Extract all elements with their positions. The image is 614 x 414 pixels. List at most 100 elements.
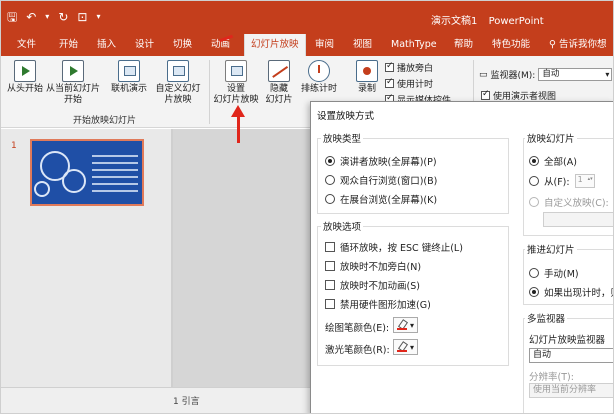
timing-label: 使用计时 (397, 80, 434, 90)
undo-dropdown-icon[interactable]: ▾ (45, 10, 49, 24)
save-icon[interactable]: 🖫 (7, 10, 17, 24)
disable-hw-accel-checkbox[interactable]: 禁用硬件图形加速(G) (325, 297, 431, 311)
custom-show-icon (167, 60, 189, 82)
monitor-label: 监视器(M): (490, 71, 536, 81)
slide-thumbnail[interactable] (30, 139, 144, 206)
rehearse-timings-button[interactable]: 排练计时 (299, 60, 339, 95)
radio-use-timings[interactable]: 如果出现计时，则 (529, 285, 614, 299)
monitor-dropdown[interactable]: 自动 (538, 68, 613, 81)
all-slides-label: 全部(A) (544, 157, 577, 168)
radio-icon (325, 175, 335, 185)
from-beginning-button[interactable]: 从头开始 (7, 60, 43, 95)
present-online-label: 联机演示 (110, 84, 147, 94)
radio-selected-icon (529, 156, 539, 166)
group-label-start-show: 开始放映幻灯片 (73, 116, 137, 126)
custom-show-label: 自定义幻灯片放映 (155, 84, 201, 105)
group-separator (209, 60, 210, 124)
redo-icon[interactable]: ↻ (58, 10, 68, 24)
no-animation-checkbox[interactable]: 放映时不加动画(S) (325, 278, 420, 292)
radio-kiosk[interactable]: 在展台浏览(全屏幕)(K) (325, 192, 437, 206)
laser-color-button[interactable]: ▾ (393, 339, 419, 355)
tab-design[interactable]: 设计 (135, 34, 154, 56)
loop-checkbox[interactable]: 循环放映，按 ESC 键终止(L) (325, 240, 463, 254)
tab-view[interactable]: 视图 (353, 34, 372, 56)
from-current-button[interactable]: 从当前幻灯片开始 (45, 60, 101, 106)
no-animation-label: 放映时不加动画(S) (340, 281, 420, 292)
checkbox-icon (481, 89, 490, 100)
hide-slide-button[interactable]: 隐藏 幻灯片 (263, 60, 295, 106)
resolution-dropdown[interactable]: 使用当前分辨率 (529, 383, 613, 398)
loop-label: 循环放映，按 ESC 键终止(L) (340, 243, 463, 254)
record-icon (356, 60, 378, 82)
from-beginning-icon[interactable]: ⊡ (77, 10, 87, 24)
show-type-legend: 放映类型 (321, 131, 364, 145)
hide-slide-icon (268, 60, 290, 82)
tab-home[interactable]: 开始 (59, 34, 78, 56)
setup-show-dialog: 设置放映方式 放映类型 演讲者放映(全屏幕)(P) 观众自行浏览(窗口)(B) … (310, 101, 614, 413)
radio-presenter[interactable]: 演讲者放映(全屏幕)(P) (325, 154, 437, 168)
radio-custom-show[interactable]: 自定义放映(C): (529, 195, 609, 209)
no-narration-checkbox[interactable]: 放映时不加旁白(N) (325, 259, 421, 273)
radio-browsed-individual[interactable]: 观众自行浏览(窗口)(B) (325, 173, 437, 187)
multi-monitor-legend: 多监视器 (525, 311, 568, 325)
slide-show-monitor-dropdown[interactable]: 自动 (529, 348, 613, 363)
tab-transitions[interactable]: 切换 (173, 34, 192, 56)
present-online-button[interactable]: 联机演示 (107, 60, 151, 95)
annotation-arrow-stem (237, 113, 240, 143)
radio-selected-icon (529, 287, 539, 297)
manual-label: 手动(M) (544, 269, 579, 280)
custom-show-dropdown[interactable] (543, 212, 613, 227)
radio-manual[interactable]: 手动(M) (529, 266, 579, 280)
slide-show-monitor-label: 幻灯片放映监视器 (529, 335, 606, 346)
from-current-label: 从当前幻灯片开始 (45, 84, 100, 105)
narration-checkbox[interactable]: 播放旁白 (385, 61, 433, 74)
window-title: 演示文稿1 PowerPoint (431, 12, 552, 27)
laser-color-label: 激光笔颜色(R): (325, 345, 390, 356)
resolution-label: 分辨率(T): (529, 372, 574, 383)
radio-icon (529, 197, 539, 207)
narration-label: 播放旁白 (397, 64, 434, 74)
tell-me-search[interactable]: ⚲ 告诉我你想 (549, 34, 607, 56)
from-label: 从(F): (544, 177, 570, 188)
checkbox-icon (325, 261, 335, 271)
tab-file[interactable]: 文件 (17, 34, 36, 56)
timing-checkbox[interactable]: 使用计时 (385, 77, 433, 90)
tab-special[interactable]: 特色功能 (492, 34, 530, 56)
chevron-down-icon: ▾ (410, 342, 415, 352)
status-bar: 1 引言 (1, 387, 311, 413)
tab-slide-show[interactable]: 幻灯片放映 (244, 34, 306, 56)
from-beginning-label: 从头开始 (7, 84, 44, 94)
setup-label-line1: 设置 (226, 84, 245, 94)
radio-icon (529, 176, 539, 186)
pen-color-button[interactable]: ▾ (393, 317, 419, 333)
setup-slide-show-button[interactable]: 设置 幻灯片放映 (213, 60, 259, 106)
ribbon-tabs: 文件 开始 插入 设计 切换 动画 幻灯片放映 审阅 视图 MathType 帮… (1, 34, 613, 56)
checkbox-icon (325, 299, 335, 309)
from-slide-spinner[interactable]: 1 (574, 174, 595, 188)
show-slides-legend: 放映幻灯片 (525, 131, 577, 145)
radio-all-slides[interactable]: 全部(A) (529, 154, 577, 168)
radio-icon (529, 268, 539, 278)
record-label: 录制 (357, 84, 376, 94)
tab-mathtype[interactable]: MathType (391, 34, 437, 56)
undo-icon[interactable]: ↶ (26, 10, 36, 24)
tab-insert[interactable]: 插入 (97, 34, 116, 56)
tab-review[interactable]: 审阅 (315, 34, 334, 56)
customize-qat-icon[interactable]: ▾ (96, 10, 100, 24)
pen-icon (397, 320, 407, 330)
timer-icon (308, 60, 330, 82)
radio-presenter-label: 演讲者放映(全屏幕)(P) (340, 157, 437, 168)
status-outline-text: 1 引言 (173, 397, 200, 407)
no-narration-label: 放映时不加旁白(N) (340, 262, 422, 273)
custom-show-button[interactable]: 自定义幻灯片放映 (153, 60, 203, 106)
tab-help[interactable]: 帮助 (454, 34, 473, 56)
radio-from-slide[interactable]: 从(F): 1 (529, 174, 595, 188)
use-timings-label: 如果出现计时，则 (544, 288, 614, 299)
record-button[interactable]: 录制 (347, 60, 387, 95)
checkbox-icon (325, 242, 335, 252)
play-icon (14, 60, 36, 82)
checkbox-icon (385, 61, 394, 72)
tell-me-label: 告诉我你想 (558, 39, 607, 50)
app-name: PowerPoint (488, 16, 544, 27)
slide-number: 1 (11, 141, 17, 151)
